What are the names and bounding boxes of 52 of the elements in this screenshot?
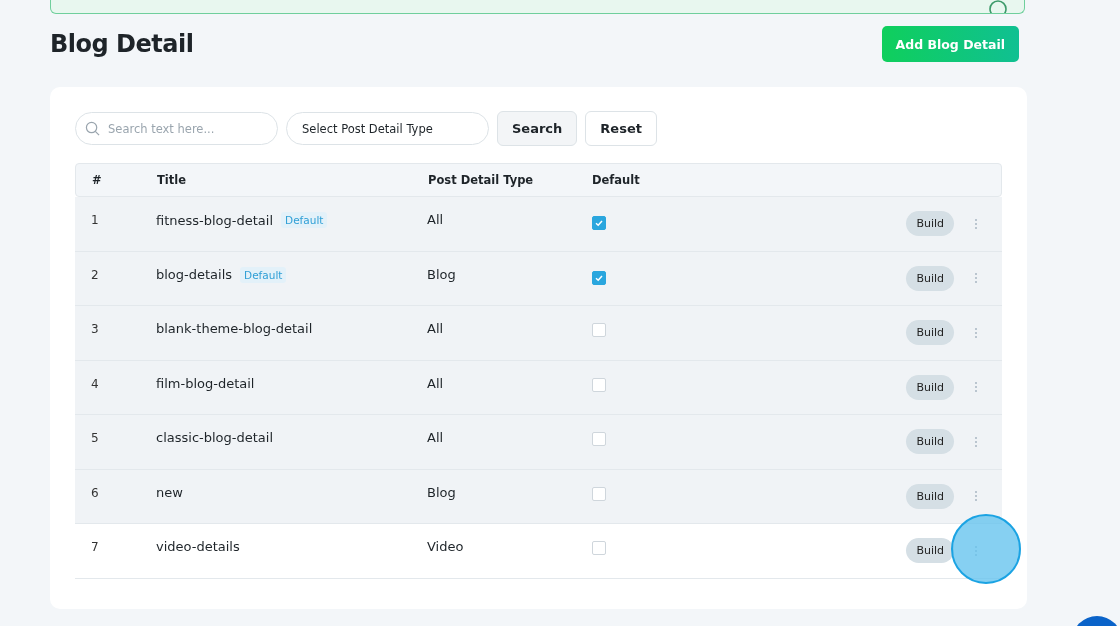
column-header: # (91, 173, 103, 187)
column-header: Title (157, 173, 188, 187)
type-cell-text: All (427, 212, 445, 227)
title-cell: new (156, 484, 183, 500)
default-checkbox[interactable] (592, 541, 606, 555)
type-cell-text: Video (427, 539, 465, 554)
type-cell-text: Blog (427, 484, 457, 500)
row-number: 3 (90, 322, 100, 336)
type-cell-text: All (427, 430, 445, 445)
reset-button[interactable]: Reset (585, 111, 657, 146)
row-number: 2 (90, 267, 100, 282)
type-cell-text: All (427, 375, 445, 391)
row-number: 5 (90, 431, 100, 445)
more-icon[interactable] (974, 490, 978, 502)
title-cell: film-blog-detail (156, 375, 255, 391)
build-button[interactable]: Build (906, 211, 954, 236)
default-checkbox[interactable] (592, 323, 606, 337)
column-header: Post Detail Type (428, 173, 535, 187)
search-field[interactable]: Search text here... (75, 112, 278, 145)
default-checkbox[interactable] (592, 216, 606, 230)
row-number: 1 (90, 213, 100, 227)
title-cell: fitness-blog-detail (156, 212, 274, 228)
title-cell: blog-details (156, 267, 233, 282)
more-icon[interactable] (974, 381, 978, 393)
row-number: 4 (90, 376, 100, 391)
page-title: Blog Detail (50, 30, 194, 58)
default-checkbox[interactable] (592, 270, 606, 285)
default-tag: Default (240, 266, 287, 283)
default-checkbox[interactable] (592, 486, 606, 501)
default-checkbox[interactable] (592, 432, 606, 446)
more-icon[interactable] (974, 326, 978, 339)
title-cell: blank-theme-blog-detail (156, 321, 313, 336)
default-tag: Default (281, 212, 328, 228)
build-button[interactable]: Build (906, 483, 954, 509)
row-number: 6 (90, 485, 100, 500)
type-cell-text: All (427, 321, 445, 336)
more-icon[interactable] (974, 435, 978, 448)
title-cell: classic-blog-detail (156, 430, 274, 445)
build-button[interactable]: Build (906, 538, 954, 563)
default-checkbox[interactable] (592, 377, 606, 392)
title-cell: video-details (156, 539, 240, 554)
checkmark-icon (594, 218, 604, 228)
build-button[interactable]: Build (906, 320, 954, 345)
search-button[interactable]: Search (497, 111, 578, 146)
type-cell-text: Blog (427, 266, 457, 282)
build-button[interactable]: Build (906, 374, 954, 400)
more-icon[interactable] (974, 272, 978, 284)
row-number: 7 (90, 540, 100, 554)
build-button[interactable]: Build (906, 265, 954, 291)
column-header: Default (592, 173, 641, 187)
build-button[interactable]: Build (906, 429, 954, 454)
more-icon[interactable] (974, 217, 978, 230)
